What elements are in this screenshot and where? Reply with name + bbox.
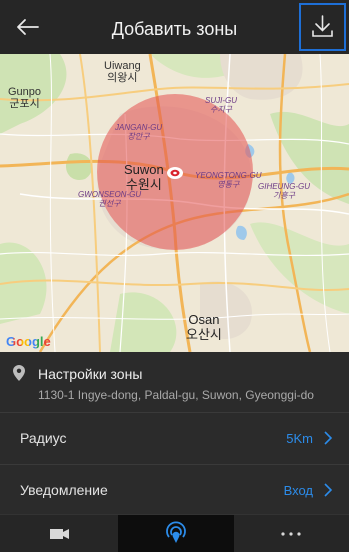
notification-value: Вход (283, 483, 313, 498)
download-button[interactable] (299, 3, 346, 51)
download-icon (312, 15, 333, 37)
zone-settings-title: Настройки зоны (38, 366, 143, 382)
back-button[interactable] (10, 12, 46, 42)
location-pin-icon (13, 365, 25, 381)
radius-row[interactable]: Радиус 5Km (0, 412, 349, 464)
video-camera-icon (50, 529, 69, 539)
radius-label: Радиус (20, 430, 67, 446)
map-label-gwonseon-gu: GWONSEON-GU 권선구 (78, 190, 142, 208)
map-label-gunpo: Gunpo 군포시 (8, 86, 42, 110)
bottom-tab-bar (0, 514, 349, 552)
google-attribution: Google (6, 334, 51, 349)
map-label-jangan-gu: JANGAN-GU 장안구 (115, 123, 163, 141)
zone-address: 1130-1 Ingye-dong, Paldal-gu, Suwon, Gye… (38, 388, 314, 402)
map-label-yeongtong-gu: YEONGTONG-GU 영통구 (195, 171, 262, 189)
tab-geofence[interactable] (118, 515, 234, 552)
chevron-right-icon (324, 431, 333, 445)
map-view[interactable]: Gunpo 군포시 Uiwang 의왕시 SUJI-GU 수지구 JANGAN-GU 장… (0, 54, 349, 352)
zone-center-marker[interactable] (167, 167, 183, 179)
radius-value: 5Km (286, 431, 313, 446)
map-label-giheung-gu: GIHEUNG-GU 기흥구 (258, 182, 310, 200)
arrow-left-icon (17, 19, 39, 35)
map-label-suwon: Suwon 수원시 (124, 162, 164, 192)
map-label-osan: Osan 오산시 (186, 312, 222, 342)
zone-settings-panel: Настройки зоны 1130-1 Ingye-dong, Paldal… (0, 352, 349, 412)
notification-row[interactable]: Уведомление Вход (0, 464, 349, 514)
notification-label: Уведомление (20, 482, 108, 498)
map-label-uiwang: Uiwang 의왕시 (104, 60, 141, 84)
map-label-suji-gu: SUJI-GU 수지구 (205, 96, 237, 114)
chevron-right-icon (324, 483, 333, 497)
geofence-icon (166, 521, 186, 543)
tab-more[interactable] (234, 515, 349, 552)
tab-video[interactable] (0, 515, 118, 552)
map-canvas (0, 54, 349, 352)
more-icon (281, 532, 301, 536)
google-logo-text: Google (6, 334, 51, 349)
header-bar: Добавить зоны (0, 0, 349, 54)
page-title: Добавить зоны (111, 19, 238, 39)
